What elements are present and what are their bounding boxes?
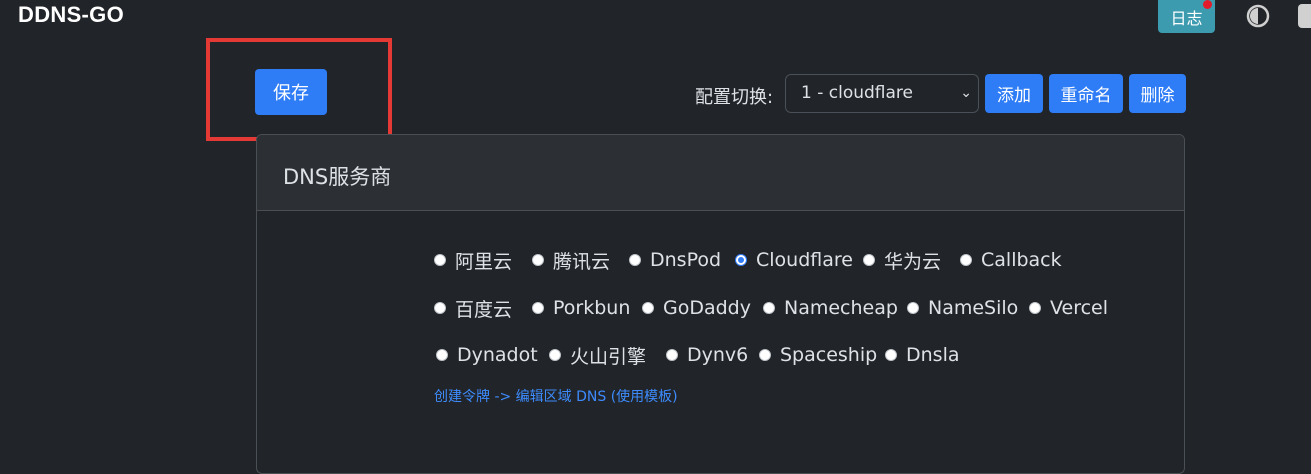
- radio-button[interactable]: [549, 349, 561, 361]
- radio-button[interactable]: [907, 302, 919, 314]
- provider-option[interactable]: Vercel: [1029, 293, 1108, 323]
- config-select[interactable]: 1 - cloudflare ⌄: [785, 74, 979, 113]
- provider-option[interactable]: Cloudflare: [735, 245, 853, 275]
- radio-button[interactable]: [960, 254, 972, 266]
- chevron-down-icon: ⌄: [960, 85, 972, 101]
- provider-option[interactable]: Spaceship: [759, 340, 877, 370]
- radio-button[interactable]: [863, 254, 875, 266]
- provider-option[interactable]: Dynadot: [436, 340, 538, 370]
- provider-label: 火山引擎: [570, 345, 647, 368]
- provider-label: Cloudflare: [756, 249, 853, 271]
- provider-label: Namecheap: [784, 297, 898, 319]
- radio-button-selected[interactable]: [735, 254, 747, 266]
- provider-label: Porkbun: [553, 297, 631, 319]
- notification-dot-icon: [1203, 0, 1212, 9]
- provider-option[interactable]: Namecheap: [763, 293, 898, 323]
- provider-label: GoDaddy: [663, 297, 751, 319]
- save-button[interactable]: 保存: [255, 69, 327, 115]
- radio-button[interactable]: [885, 349, 897, 361]
- log-button-label: 日志: [1170, 8, 1203, 28]
- provider-option[interactable]: Dnsla: [885, 340, 960, 370]
- radio-button[interactable]: [532, 302, 544, 314]
- provider-label: Dnsla: [906, 344, 960, 366]
- card-title: DNS服务商: [283, 165, 392, 189]
- provider-option[interactable]: Callback: [960, 245, 1062, 275]
- provider-label: 阿里云: [455, 250, 513, 273]
- provider-option[interactable]: 腾讯云: [532, 245, 610, 275]
- provider-option[interactable]: 火山引擎: [549, 340, 646, 370]
- delete-config-button[interactable]: 删除: [1129, 74, 1186, 113]
- radio-button[interactable]: [666, 349, 678, 361]
- radio-button[interactable]: [629, 254, 641, 266]
- radio-button[interactable]: [759, 349, 771, 361]
- add-config-button[interactable]: 添加: [985, 74, 1043, 113]
- provider-option[interactable]: Porkbun: [532, 293, 630, 323]
- rename-config-button[interactable]: 重命名: [1049, 74, 1123, 113]
- provider-label: 腾讯云: [553, 250, 611, 273]
- provider-option[interactable]: DnsPod: [629, 245, 721, 275]
- radio-button[interactable]: [763, 302, 775, 314]
- provider-option[interactable]: 阿里云: [434, 245, 512, 275]
- provider-label: Dynv6: [687, 344, 749, 366]
- radio-button[interactable]: [434, 302, 446, 314]
- provider-option[interactable]: Dynv6: [666, 340, 748, 370]
- provider-option[interactable]: GoDaddy: [642, 293, 751, 323]
- provider-option[interactable]: 百度云: [434, 293, 512, 323]
- provider-label: Vercel: [1050, 297, 1109, 319]
- provider-label: 百度云: [455, 298, 513, 321]
- provider-label: DnsPod: [650, 249, 722, 271]
- radio-button[interactable]: [642, 302, 654, 314]
- config-switch-label: 配置切换:: [695, 87, 774, 108]
- config-select-value: 1 - cloudflare: [801, 83, 913, 103]
- provider-label: NameSilo: [928, 297, 1019, 319]
- provider-label: 华为云: [884, 250, 942, 273]
- radio-button[interactable]: [436, 349, 448, 361]
- provider-label: Spaceship: [780, 344, 878, 366]
- provider-option[interactable]: 华为云: [863, 245, 941, 275]
- theme-toggle-icon[interactable]: [1246, 4, 1270, 28]
- radio-button[interactable]: [434, 254, 446, 266]
- navbar: DDNS-GO 日志: [0, 0, 1311, 36]
- provider-label: Callback: [981, 249, 1062, 271]
- log-button[interactable]: 日志: [1158, 0, 1215, 33]
- radio-button[interactable]: [1029, 302, 1041, 314]
- brand-logo[interactable]: DDNS-GO: [18, 2, 124, 28]
- github-icon[interactable]: [1298, 4, 1311, 28]
- provider-option[interactable]: NameSilo: [907, 293, 1018, 323]
- provider-label: Dynadot: [457, 344, 538, 366]
- radio-button[interactable]: [532, 254, 544, 266]
- card-header: DNS服务商: [257, 135, 1184, 211]
- create-token-link[interactable]: 创建令牌 -> 编辑区域 DNS (使用模板): [434, 386, 678, 406]
